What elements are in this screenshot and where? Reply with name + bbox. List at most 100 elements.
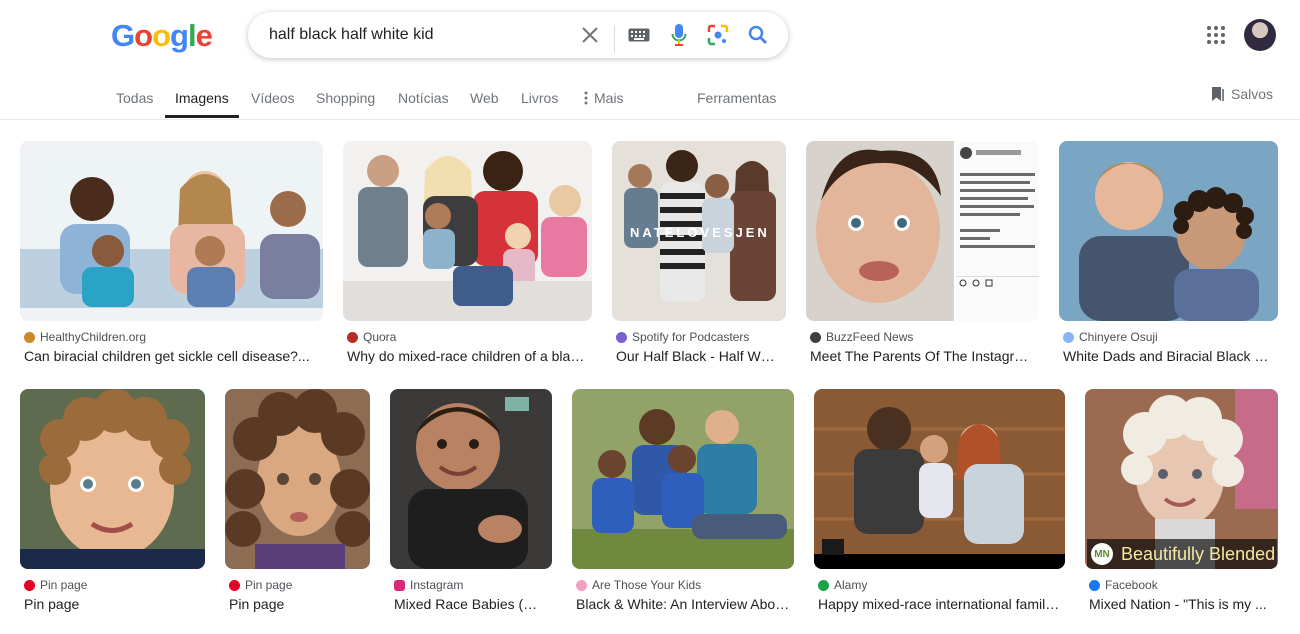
- result-thumbnail[interactable]: [814, 389, 1065, 569]
- result-source[interactable]: Pin page: [229, 578, 292, 592]
- tab-mais-label: Mais: [594, 90, 624, 106]
- image-result[interactable]: BuzzFeed News Meet The Parents Of The In…: [806, 141, 1039, 371]
- microphone-icon[interactable]: [667, 23, 691, 47]
- image-result[interactable]: NATELOVESJEN Spotify for Podcasters Our …: [612, 141, 786, 371]
- result-source-label: Pin page: [40, 578, 88, 592]
- result-source-label: Quora: [363, 330, 397, 344]
- result-source[interactable]: Instagram: [394, 578, 463, 592]
- saved-label: Salvos: [1231, 86, 1274, 102]
- tab-web[interactable]: Web: [470, 90, 499, 106]
- thumbnail-badge: MN Beautifully Blended: [1087, 539, 1277, 569]
- result-thumbnail[interactable]: [390, 389, 552, 569]
- result-title[interactable]: Happy mixed-race international family...: [818, 596, 1061, 612]
- result-title[interactable]: Mixed Nation - "This is my ...: [1089, 596, 1274, 612]
- result-source[interactable]: Facebook: [1089, 578, 1158, 592]
- instagram-icon: [394, 579, 405, 591]
- result-title[interactable]: Black & White: An Interview About...: [576, 596, 790, 612]
- tab-livros[interactable]: Livros: [521, 90, 558, 106]
- result-title[interactable]: Our Half Black - Half White Family...: [616, 348, 782, 364]
- result-title[interactable]: Pin page: [229, 596, 366, 612]
- image-result[interactable]: Instagram Mixed Race Babies (@...: [390, 389, 552, 619]
- tab-shopping[interactable]: Shopping: [316, 90, 375, 106]
- result-source[interactable]: Alamy: [818, 578, 867, 592]
- logo-letter: G: [111, 18, 135, 53]
- source-favicon-icon: [576, 579, 587, 591]
- tab-todas[interactable]: Todas: [116, 90, 153, 106]
- source-favicon-icon: [1063, 331, 1074, 343]
- search-box: [248, 12, 788, 58]
- tab-noticias[interactable]: Notícias: [398, 90, 449, 106]
- result-thumbnail[interactable]: NATELOVESJEN: [612, 141, 786, 321]
- source-favicon-icon: [347, 331, 358, 343]
- result-title[interactable]: Why do mixed-race children of a black...: [347, 348, 588, 364]
- result-thumbnail[interactable]: [572, 389, 794, 569]
- tab-videos[interactable]: Vídeos: [251, 90, 295, 106]
- image-result[interactable]: HealthyChildren.org Can biracial childre…: [20, 141, 323, 371]
- image-result[interactable]: Pin page Pin page: [20, 389, 205, 619]
- lens-icon[interactable]: [706, 23, 730, 47]
- image-result[interactable]: MN Beautifully Blended Facebook Mixed Na…: [1085, 389, 1278, 619]
- active-tab-indicator: [165, 115, 239, 118]
- search-divider: [614, 25, 615, 53]
- keyboard-icon[interactable]: [627, 23, 651, 47]
- image-result[interactable]: Alamy Happy mixed-race international fam…: [814, 389, 1065, 619]
- saved-button[interactable]: Salvos: [1211, 86, 1273, 102]
- result-source-label: HealthyChildren.org: [40, 330, 147, 344]
- pinterest-icon: [229, 579, 240, 591]
- apps-grid-icon[interactable]: [1204, 23, 1228, 47]
- image-result[interactable]: Pin page Pin page: [225, 389, 370, 619]
- result-source-label: Chinyere Osuji: [1079, 330, 1158, 344]
- result-thumbnail[interactable]: [225, 389, 370, 569]
- pinterest-icon: [24, 579, 35, 591]
- result-source-label: Alamy: [834, 578, 868, 592]
- avatar[interactable]: [1244, 19, 1276, 51]
- source-favicon-icon: [616, 331, 627, 343]
- result-source[interactable]: HealthyChildren.org: [24, 330, 146, 344]
- search-icon[interactable]: [746, 23, 770, 47]
- result-source-label: Are Those Your Kids: [592, 578, 702, 592]
- image-result[interactable]: Are Those Your Kids Black & White: An In…: [572, 389, 794, 619]
- result-source[interactable]: Chinyere Osuji: [1063, 330, 1158, 344]
- result-thumbnail[interactable]: [806, 141, 1039, 321]
- result-source[interactable]: Pin page: [24, 578, 87, 592]
- logo-letter: o: [134, 18, 153, 53]
- result-thumbnail[interactable]: MN Beautifully Blended: [1085, 389, 1278, 569]
- result-thumbnail[interactable]: [343, 141, 592, 321]
- result-title[interactable]: Can biracial children get sickle cell di…: [24, 348, 320, 364]
- tools-button[interactable]: Ferramentas: [697, 90, 776, 106]
- result-title[interactable]: White Dads and Biracial Black Kids...: [1063, 348, 1274, 364]
- result-source-label: Pin page: [245, 578, 293, 592]
- result-thumbnail[interactable]: [20, 141, 323, 321]
- result-source[interactable]: Are Those Your Kids: [576, 578, 701, 592]
- source-favicon-icon: [818, 579, 829, 591]
- result-title[interactable]: Mixed Race Babies (@...: [394, 596, 548, 612]
- result-source[interactable]: Spotify for Podcasters: [616, 330, 749, 344]
- result-source-label: Facebook: [1105, 578, 1158, 592]
- result-source-label: Spotify for Podcasters: [632, 330, 750, 344]
- tab-imagens[interactable]: Imagens: [175, 90, 229, 106]
- search-input[interactable]: [269, 24, 559, 46]
- more-vert-icon: [584, 91, 588, 105]
- result-source-label: BuzzFeed News: [826, 330, 914, 344]
- facebook-icon: [1089, 579, 1100, 591]
- result-title[interactable]: Pin page: [24, 596, 201, 612]
- result-thumbnail[interactable]: [20, 389, 205, 569]
- google-logo[interactable]: Google: [111, 18, 213, 53]
- image-result[interactable]: Quora Why do mixed-race children of a bl…: [343, 141, 592, 371]
- badge-text: Beautifully Blended: [1121, 543, 1276, 564]
- logo-letter: g: [170, 18, 189, 53]
- logo-letter: o: [152, 18, 171, 53]
- logo-letter: e: [195, 18, 213, 53]
- logo-letter: l: [187, 18, 197, 53]
- result-title[interactable]: Meet The Parents Of The Instagram...: [810, 348, 1035, 364]
- result-thumbnail[interactable]: [1059, 141, 1278, 321]
- mixed-nation-logo: MN: [1091, 543, 1113, 565]
- tab-mais[interactable]: Mais: [584, 90, 624, 106]
- image-result[interactable]: Chinyere Osuji White Dads and Biracial B…: [1059, 141, 1278, 371]
- source-favicon-icon: [810, 331, 821, 343]
- thumbnail-watermark: NATELOVESJEN: [630, 225, 770, 240]
- result-source[interactable]: BuzzFeed News: [810, 330, 913, 344]
- close-icon[interactable]: [578, 23, 602, 47]
- result-source-label: Instagram: [410, 578, 464, 592]
- result-source[interactable]: Quora: [347, 330, 396, 344]
